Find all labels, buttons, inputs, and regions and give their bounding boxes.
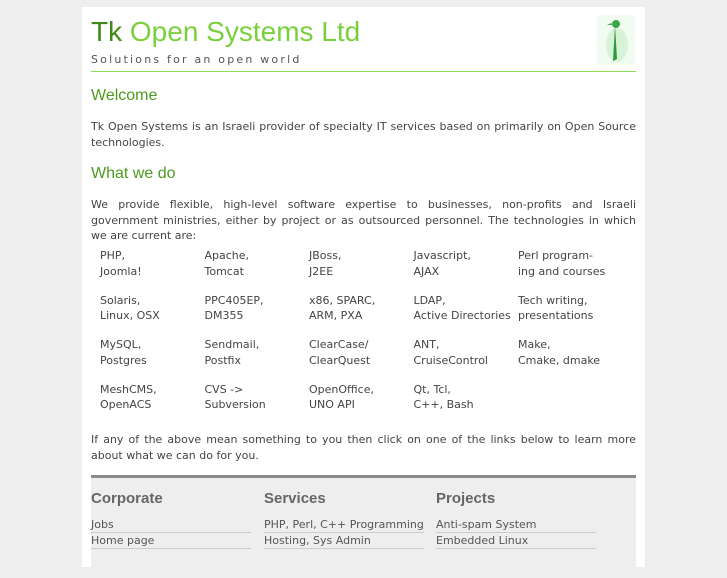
- footer-column-services: Services PHP, Perl, C++ Programming Hosti…: [264, 490, 424, 549]
- technology-line: Javascript,: [413, 249, 471, 262]
- technology-line: Qt, Tcl,: [413, 382, 451, 396]
- title-prefix: Tk: [91, 16, 123, 47]
- technology-item: ANT, CruiseControl: [414, 337, 514, 368]
- footer-heading: Corporate: [91, 490, 163, 507]
- technology-line: Active Directories: [413, 309, 511, 322]
- technology-line: Linux, OSX: [100, 309, 160, 322]
- technology-line: JBoss,: [309, 249, 342, 262]
- footer-links: Corporate Jobs Home page Services PHP, Pe…: [91, 475, 636, 578]
- footer-heading: Projects: [436, 490, 496, 507]
- title-rest: Open Systems Ltd: [129, 16, 361, 47]
- technology-line: PPC405EP,: [204, 293, 264, 307]
- technology-line: ing and courses: [518, 264, 606, 278]
- penguin-logo-icon: [597, 15, 635, 65]
- technology-item: OpenOffice, UNO API: [309, 382, 409, 413]
- technology-line: DM355: [204, 309, 244, 322]
- technology-item: JBoss, J2EE: [309, 248, 409, 279]
- footer-heading: Services: [264, 490, 326, 507]
- technology-line: Apache,: [204, 249, 250, 262]
- technology-item: Qt, Tcl, C++, Bash: [414, 382, 514, 413]
- technology-item: Sendmail, Postfix: [205, 337, 305, 368]
- technology-item: PHP, Joomla!: [100, 248, 200, 279]
- header-divider: [91, 71, 636, 72]
- technology-item: Make, Cmake, dmake: [518, 337, 618, 368]
- technology-line: C++, Bash: [413, 398, 474, 411]
- technology-line: ARM, PXA: [309, 309, 363, 322]
- technology-line: presentations: [518, 309, 594, 322]
- technology-line: Postfix: [204, 353, 241, 367]
- closing-text: If any of the above mean something to yo…: [91, 433, 636, 462]
- technology-item: MeshCMS, OpenACS: [100, 382, 200, 413]
- footer-link-antispam[interactable]: Anti-spam System: [436, 517, 596, 533]
- technology-line: x86, SPARC,: [309, 293, 376, 307]
- technology-item: ClearCase/ClearQuest: [309, 337, 409, 368]
- technology-line: CruiseControl: [413, 353, 489, 367]
- technology-line: J2EE: [309, 264, 334, 278]
- technology-line: ClearCase/: [309, 338, 369, 351]
- site-title[interactable]: Tk Open Systems Ltd: [91, 16, 360, 48]
- technology-line: Sendmail,: [204, 338, 260, 351]
- technology-line: ClearQuest: [309, 353, 371, 367]
- technology-item: PPC405EP, DM355: [205, 293, 305, 324]
- technology-item: Solaris, Linux, OSX: [100, 293, 200, 324]
- technology-item: MySQL, Postgres: [100, 337, 200, 368]
- what-we-do-text: We provide flexible, high-level software…: [91, 198, 636, 242]
- welcome-text: Tk Open Systems is an Israeli provider o…: [91, 120, 636, 149]
- technology-line: UNO API: [309, 398, 355, 411]
- technology-line: OpenOffice,: [309, 382, 374, 396]
- technology-line: Perl program-: [518, 249, 594, 262]
- technology-item: Javascript, AJAX: [414, 248, 514, 279]
- technology-line: Make,: [518, 338, 551, 351]
- footer-link-hosting[interactable]: Hosting, Sys Admin: [264, 533, 424, 549]
- technology-line: Joomla!: [100, 264, 142, 278]
- technology-item: Tech writing, presentations: [518, 293, 618, 324]
- footer-link-programming[interactable]: PHP, Perl, C++ Programming: [264, 517, 424, 533]
- tagline: Solutions for an open world: [91, 53, 302, 66]
- page-container: Tk Open Systems Ltd Solutions for an ope…: [82, 7, 645, 578]
- technology-line: Tech writing,: [518, 293, 588, 307]
- welcome-heading: Welcome: [91, 87, 158, 104]
- technology-item: Apache, Tomcat: [205, 248, 305, 279]
- technology-line: ANT,: [413, 338, 440, 351]
- footer-column-corporate: Corporate Jobs Home page: [91, 490, 251, 549]
- technology-line: Subversion: [204, 398, 266, 411]
- technology-line: LDAP,: [413, 293, 446, 307]
- what-we-do-heading: What we do: [91, 165, 176, 182]
- technology-line: CVS ->: [204, 382, 244, 396]
- footer-link-embedded[interactable]: Embedded Linux: [436, 533, 596, 549]
- technology-line: AJAX: [413, 264, 440, 278]
- technology-line: Tomcat: [204, 264, 244, 278]
- technology-line: Solaris,: [100, 293, 141, 307]
- technology-line: MeshCMS,: [100, 382, 157, 396]
- technology-line: OpenACS: [100, 398, 152, 411]
- technology-line: Cmake, dmake: [518, 353, 601, 367]
- footer-link-jobs[interactable]: Jobs: [91, 517, 251, 533]
- technology-line: Postgres: [100, 353, 147, 367]
- technology-line: PHP,: [100, 249, 126, 262]
- technology-line: MySQL,: [100, 338, 142, 351]
- footer-column-projects: Projects Anti-spam System Embedded Linux: [436, 490, 596, 549]
- technology-item: LDAP, Active Directories: [414, 293, 514, 324]
- technology-item: Perl program-ing and courses: [518, 248, 618, 279]
- technology-item: x86, SPARC, ARM, PXA: [309, 293, 409, 324]
- technology-item: CVS -> Subversion: [205, 382, 305, 413]
- footer-link-home[interactable]: Home page: [91, 533, 251, 549]
